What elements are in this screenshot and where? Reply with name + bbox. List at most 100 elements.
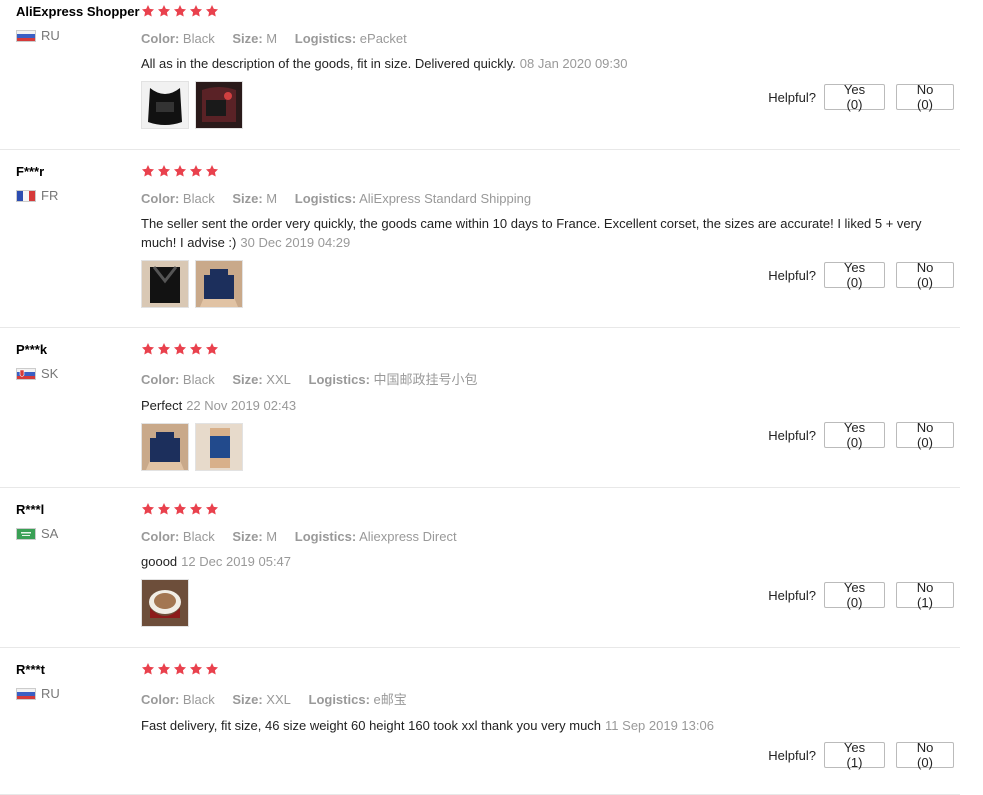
helpful-no-button[interactable]: No (0): [896, 82, 954, 112]
reviewer-info: R***t RU: [16, 662, 141, 701]
color-value: Black: [182, 31, 215, 46]
review-text-block: All as in the description of the goods, …: [141, 54, 941, 73]
logistics-value: e邮宝: [373, 692, 407, 707]
review-photo-thumbnail[interactable]: [195, 81, 243, 129]
logistics-label: Logistics:: [308, 372, 370, 387]
review-photo-thumbnail[interactable]: [141, 579, 189, 627]
size-value: M: [266, 191, 278, 206]
star-icon: [205, 342, 219, 356]
helpful-vote: Helpful? Yes (0) No (0): [768, 82, 954, 112]
color-label: Color:: [141, 692, 180, 707]
review-date: 08 Jan 2020 09:30: [519, 56, 628, 71]
review-text-block: goood 12 Dec 2019 05:47: [141, 552, 941, 571]
color-value: Black: [182, 692, 215, 707]
review-photo-thumbnail[interactable]: [141, 260, 189, 308]
reviewer-name: R***l: [16, 502, 45, 517]
slovakia-flag-icon: [16, 367, 36, 380]
star-icon: [141, 502, 155, 516]
star-icon: [173, 164, 187, 178]
review-photo-thumbnail[interactable]: [195, 423, 243, 471]
review-photo-thumbnail[interactable]: [195, 260, 243, 308]
logistics-label: Logistics:: [294, 529, 357, 544]
country-code: FR: [41, 188, 59, 203]
country-code: RU: [41, 686, 60, 701]
star-icon: [189, 502, 203, 516]
review-item: R***t RU Color: Black Size: XXL Logistic…: [0, 658, 960, 795]
review-attributes: Color: Black Size: XXL Logistics: e邮宝: [141, 689, 941, 708]
helpful-no-button[interactable]: No (1): [896, 580, 954, 610]
review-item: F***r FR Color: Black Size: M Logistics:…: [0, 160, 960, 328]
helpful-no-button[interactable]: No (0): [896, 740, 954, 770]
star-icon: [157, 342, 171, 356]
size-label: Size:: [232, 191, 263, 206]
reviewer-info: P***k SK: [16, 342, 141, 381]
star-icon: [189, 342, 203, 356]
review-text-block: The seller sent the order very quickly, …: [141, 214, 941, 252]
country-code: SK: [41, 366, 59, 381]
helpful-label: Helpful?: [768, 267, 816, 283]
review-photo-thumbnail[interactable]: [141, 81, 189, 129]
star-icon: [141, 164, 155, 178]
size-label: Size:: [232, 31, 263, 46]
reviewer-name: AliExpress Shopper: [16, 4, 140, 19]
size-label: Size:: [232, 529, 263, 544]
review-content: Color: Black Size: M Logistics: ePacket …: [141, 4, 941, 129]
review-attributes: Color: Black Size: XXL Logistics: 中国邮政挂号…: [141, 369, 941, 388]
review-date: 22 Nov 2019 02:43: [186, 398, 297, 413]
star-icon: [205, 502, 219, 516]
star-icon: [205, 662, 219, 676]
reviewer-country: FR: [16, 188, 141, 203]
review-item: AliExpress Shopper RU Color: Black Size:…: [0, 0, 960, 150]
helpful-label: Helpful?: [768, 427, 816, 443]
star-icon: [157, 662, 171, 676]
star-icon: [141, 4, 155, 18]
color-value: Black: [182, 529, 215, 544]
reviewer-name: P***k: [16, 342, 48, 357]
reviewer-country: SA: [16, 526, 141, 541]
review-text: All as in the description of the goods, …: [141, 56, 516, 71]
russia-flag-icon: [16, 687, 36, 700]
color-label: Color:: [141, 31, 180, 46]
review-content: Color: Black Size: XXL Logistics: e邮宝 Fa…: [141, 662, 941, 735]
review-content: Color: Black Size: M Logistics: Aliexpre…: [141, 502, 941, 627]
star-icon: [189, 4, 203, 18]
helpful-no-button[interactable]: No (0): [896, 420, 954, 450]
helpful-vote: Helpful? Yes (0) No (0): [768, 420, 954, 450]
country-code: SA: [41, 526, 59, 541]
helpful-yes-button[interactable]: Yes (1): [824, 740, 885, 770]
reviewer-country: RU: [16, 28, 141, 43]
logistics-label: Logistics:: [294, 191, 357, 206]
star-icon: [173, 502, 187, 516]
star-icon: [173, 4, 187, 18]
size-value: XXL: [266, 692, 291, 707]
helpful-yes-button[interactable]: Yes (0): [824, 420, 885, 450]
star-icon: [205, 4, 219, 18]
star-icon: [157, 164, 171, 178]
reviewer-country: RU: [16, 686, 141, 701]
review-content: Color: Black Size: XXL Logistics: 中国邮政挂号…: [141, 342, 941, 471]
helpful-yes-button[interactable]: Yes (0): [824, 82, 885, 112]
logistics-label: Logistics:: [294, 31, 357, 46]
review-photo-thumbnail[interactable]: [141, 423, 189, 471]
helpful-label: Helpful?: [768, 587, 816, 603]
review-attributes: Color: Black Size: M Logistics: Aliexpre…: [141, 529, 941, 544]
review-date: 30 Dec 2019 04:29: [240, 235, 351, 250]
color-value: Black: [182, 372, 215, 387]
star-icon: [205, 164, 219, 178]
helpful-yes-button[interactable]: Yes (0): [824, 580, 885, 610]
rating-stars: [141, 662, 941, 678]
helpful-yes-button[interactable]: Yes (0): [824, 260, 885, 290]
star-icon: [141, 662, 155, 676]
logistics-value: Aliexpress Direct: [359, 529, 457, 544]
reviewer-info: F***r FR: [16, 164, 141, 203]
reviewer-name: R***t: [16, 662, 45, 677]
size-value: XXL: [266, 372, 291, 387]
logistics-value: AliExpress Standard Shipping: [359, 191, 532, 206]
review-item: R***l SA Color: Black Size: M Logistics:…: [0, 498, 960, 648]
reviewer-country: SK: [16, 366, 141, 381]
helpful-no-button[interactable]: No (0): [896, 260, 954, 290]
star-icon: [189, 662, 203, 676]
color-value: Black: [182, 191, 215, 206]
helpful-vote: Helpful? Yes (0) No (0): [768, 260, 954, 290]
logistics-value: ePacket: [359, 31, 407, 46]
